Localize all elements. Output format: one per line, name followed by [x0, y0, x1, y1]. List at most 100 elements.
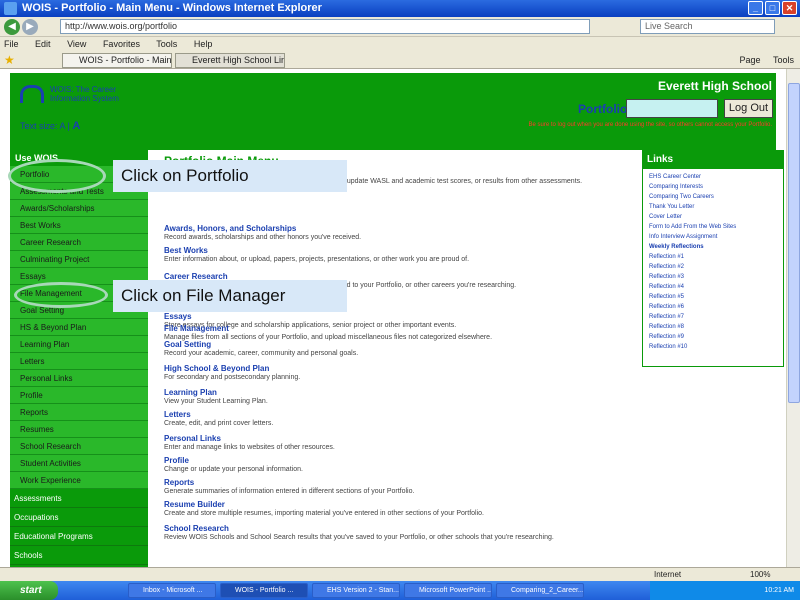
reflection-link[interactable]: Reflection #7: [643, 312, 783, 322]
sidebar-item[interactable]: Letters: [10, 353, 148, 370]
reflection-link[interactable]: Reflection #6: [643, 302, 783, 312]
taskbar-button[interactable]: Microsoft PowerPoint ...: [404, 583, 492, 598]
menu-entry-title[interactable]: File Management: [164, 324, 634, 333]
reflection-link[interactable]: Reflection #9: [643, 332, 783, 342]
menu-entry-description: Enter information about, or upload, pape…: [164, 256, 470, 263]
menu-edit[interactable]: Edit: [35, 39, 51, 49]
menu-entry-title[interactable]: Letters: [164, 410, 634, 419]
logout-button[interactable]: Log Out: [724, 99, 773, 118]
site-header: WOIS: The Career Information System Ever…: [10, 73, 776, 150]
reflection-link[interactable]: Reflection #3: [643, 272, 783, 282]
menu-entry: School Research Review WOIS Schools and S…: [164, 524, 634, 542]
menu-entry-title[interactable]: Learning Plan: [164, 388, 634, 397]
search-input[interactable]: Live Search: [640, 19, 775, 34]
close-button[interactable]: ✕: [782, 1, 797, 15]
menu-entry-title[interactable]: High School & Beyond Plan: [164, 364, 634, 373]
sidebar-item[interactable]: Resumes: [10, 421, 148, 438]
taskbar-button[interactable]: Inbox - Microsoft ...: [128, 583, 216, 598]
page-menu[interactable]: Page: [739, 55, 760, 65]
sidebar-item[interactable]: Reports: [10, 404, 148, 421]
link-item[interactable]: Form to Add From the Web Sites: [643, 222, 783, 232]
taskbar-button[interactable]: WOIS - Portfolio ...: [220, 583, 308, 598]
sidebar-item[interactable]: Career Research: [10, 234, 148, 251]
menu-view[interactable]: View: [67, 39, 86, 49]
menu-entry-title[interactable]: School Research: [164, 524, 634, 533]
sidebar-section[interactable]: Educational Programs: [10, 527, 148, 546]
tab-portfolio[interactable]: WOIS - Portfolio - Main M...: [62, 53, 172, 68]
sidebar-item[interactable]: Personal Links: [10, 370, 148, 387]
sidebar-item[interactable]: Best Works: [10, 217, 148, 234]
reflection-link[interactable]: Reflection #1: [643, 252, 783, 262]
taskbar-button[interactable]: Comparing_2_Career...: [496, 583, 584, 598]
taskbar: start Inbox - Microsoft ... WOIS - Portfo…: [0, 581, 800, 600]
menu-entry-title[interactable]: Resume Builder: [164, 500, 634, 509]
sidebar-section[interactable]: Occupations: [10, 508, 148, 527]
sidebar-item[interactable]: HS & Beyond Plan: [10, 319, 148, 336]
scrollbar-thumb[interactable]: [788, 83, 800, 403]
reflection-link[interactable]: Reflection #10: [643, 342, 783, 352]
page-scrollbar[interactable]: [786, 69, 800, 567]
tab-ehs-links[interactable]: Everett High School Links: [175, 53, 285, 68]
sidebar-section[interactable]: Assessments: [10, 489, 148, 508]
ie-icon: [4, 2, 17, 15]
menu-entry-title[interactable]: Personal Links: [164, 434, 634, 443]
sidebar-item[interactable]: Work Experience: [10, 472, 148, 489]
menu-favorites[interactable]: Favorites: [103, 39, 140, 49]
menu-tools[interactable]: Tools: [156, 39, 177, 49]
favorites-star-icon[interactable]: ★: [4, 53, 15, 67]
menu-help[interactable]: Help: [194, 39, 213, 49]
main-content: Portfolio Main Menu Assessments and Test…: [156, 150, 636, 567]
menu-entry-description: Generate summaries of information entere…: [164, 488, 415, 495]
text-size-large[interactable]: A: [72, 120, 80, 132]
menu-entry: Personal Links Enter and manage links to …: [164, 434, 634, 452]
reflection-link[interactable]: Reflection #2: [643, 262, 783, 272]
taskbar-button[interactable]: EHS Version 2 - Stan...: [312, 583, 400, 598]
tools-menu[interactable]: Tools: [773, 55, 794, 65]
sidebar-item[interactable]: Culminating Project: [10, 251, 148, 268]
reflection-link[interactable]: Reflection #4: [643, 282, 783, 292]
weekly-reflections-heading: Weekly Reflections: [649, 244, 704, 250]
reflection-link[interactable]: Reflection #8: [643, 322, 783, 332]
sidebar-item[interactable]: Student Activities: [10, 455, 148, 472]
text-size-small[interactable]: A: [60, 121, 66, 131]
menu-entry: Reports Generate summaries of information…: [164, 478, 634, 496]
zoom-level[interactable]: 100%: [750, 568, 770, 581]
menu-entry-title[interactable]: Awards, Honors, and Scholarships: [164, 224, 634, 233]
portfolio-input[interactable]: [626, 99, 718, 118]
link-item[interactable]: EHS Career Center: [643, 172, 783, 182]
sidebar-item[interactable]: Awards/Scholarships: [10, 200, 148, 217]
link-item[interactable]: Info Interview Assignment: [643, 232, 783, 242]
window-title-bar: WOIS - Portfolio - Main Menu - Windows I…: [0, 0, 800, 17]
link-item[interactable]: Comparing Interests: [643, 182, 783, 192]
menu-bar: File Edit View Favorites Tools Help: [0, 37, 800, 51]
highlight-ellipse-portfolio: [8, 159, 106, 193]
menu-file[interactable]: File: [4, 39, 19, 49]
link-item[interactable]: Comparing Two Careers: [643, 192, 783, 202]
menu-entry: Learning Plan View your Student Learning …: [164, 388, 634, 406]
callout-file-manager: Click on File Manager: [113, 280, 347, 312]
link-item[interactable]: Thank You Letter: [643, 202, 783, 212]
sidebar-section[interactable]: Schools: [10, 546, 148, 565]
address-input[interactable]: http://www.wois.org/portfolio: [60, 19, 590, 34]
school-name: Everett High School: [657, 79, 772, 93]
reflection-link[interactable]: Reflection #5: [643, 292, 783, 302]
sidebar-item[interactable]: School Research: [10, 438, 148, 455]
sidebar-item[interactable]: Profile: [10, 387, 148, 404]
forward-button[interactable]: ▶: [22, 19, 38, 35]
link-item[interactable]: Cover Letter: [643, 212, 783, 222]
highlight-ellipse-file-management: [14, 282, 108, 308]
menu-entry-title[interactable]: Goal Setting: [164, 340, 634, 349]
menu-entry-title[interactable]: Reports: [164, 478, 634, 487]
menu-entry-title[interactable]: Profile: [164, 456, 634, 465]
clock: 10:21 AM: [764, 587, 794, 594]
minimize-button[interactable]: _: [748, 1, 763, 15]
back-button[interactable]: ◀: [4, 19, 20, 35]
sidebar-item[interactable]: Learning Plan: [10, 336, 148, 353]
menu-entry-title[interactable]: Best Works: [164, 246, 634, 255]
maximize-button[interactable]: □: [765, 1, 780, 15]
status-bar: Internet 100%: [0, 567, 800, 581]
menu-entry-title[interactable]: Essays: [164, 312, 634, 321]
menu-entry-description: View your Student Learning Plan.: [164, 398, 268, 405]
start-button[interactable]: start: [0, 581, 58, 600]
menu-entry-description: Enter and manage links to websites of ot…: [164, 444, 335, 451]
